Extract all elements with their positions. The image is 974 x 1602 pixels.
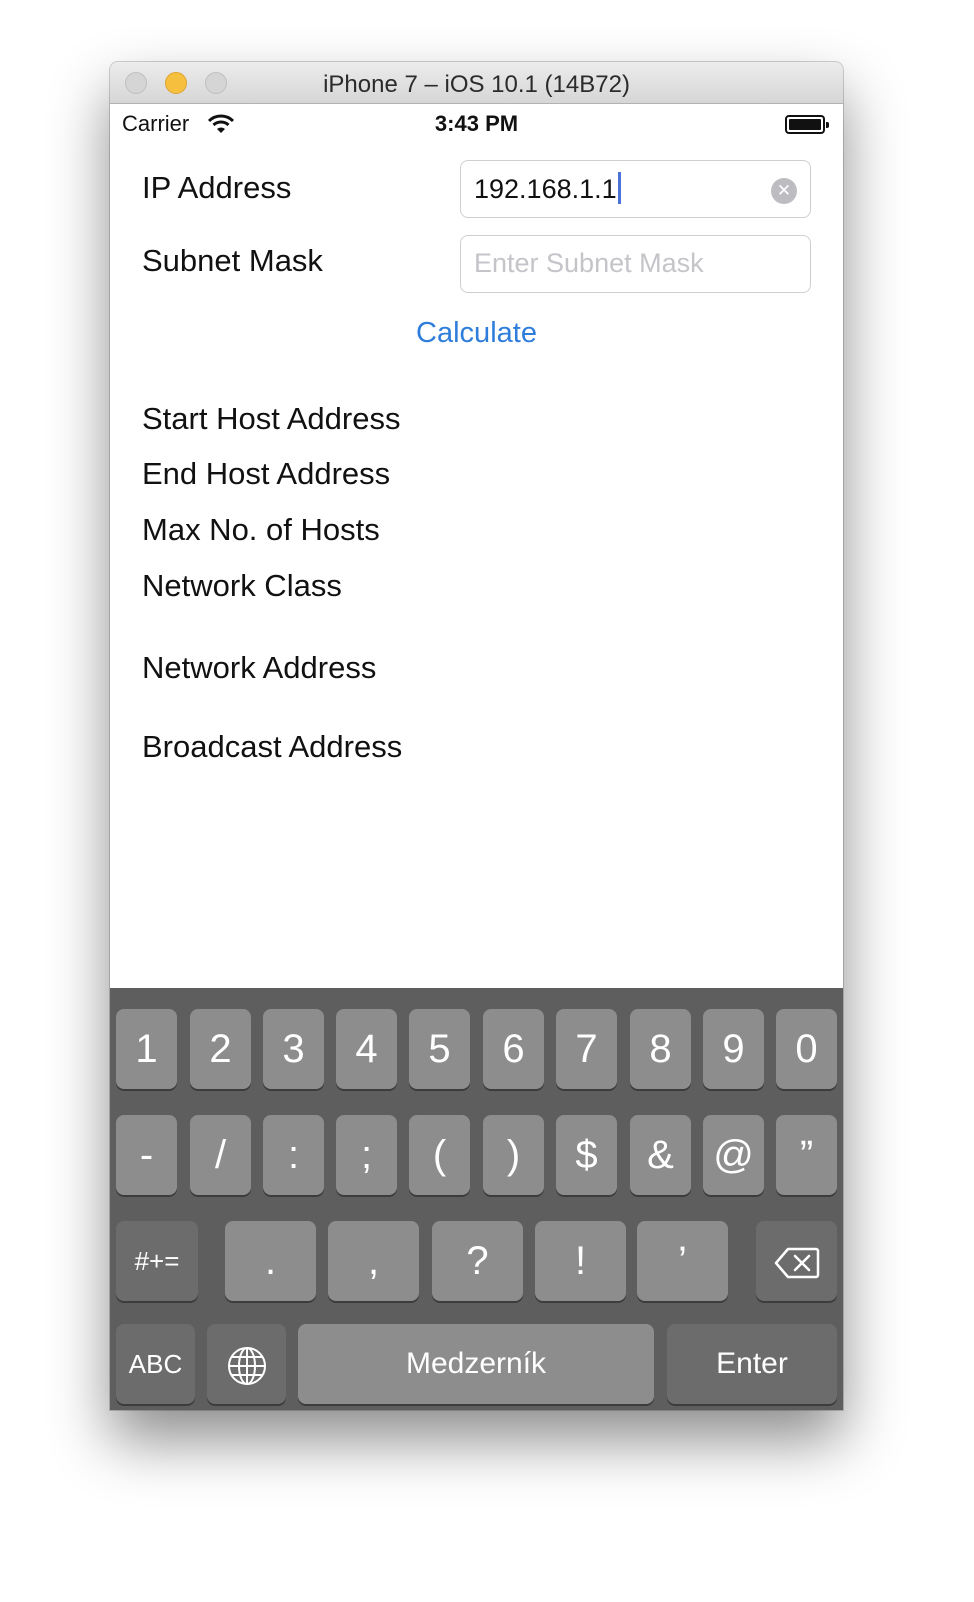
key-dollar[interactable]: $ [556,1115,617,1195]
key-apostrophe[interactable]: ’ [637,1221,728,1301]
window-titlebar: iPhone 7 – iOS 10.1 (14B72) [110,62,843,104]
start-host-address-label: Start Host Address [142,401,401,436]
broadcast-address-label: Broadcast Address [142,729,403,764]
key-4[interactable]: 4 [336,1009,397,1089]
delete-backward-icon [774,1239,820,1283]
key-2[interactable]: 2 [190,1009,251,1089]
key-abc[interactable]: ABC [116,1324,195,1404]
key-semicolon[interactable]: ; [336,1115,397,1195]
key-question[interactable]: ? [432,1221,523,1301]
end-host-address-label: End Host Address [142,456,391,491]
network-class-label: Network Class [142,568,342,603]
key-8[interactable]: 8 [630,1009,691,1089]
key-period[interactable]: . [225,1221,316,1301]
device-screen: Carrier 3:43 PM IP Address 192.168.1.1 ✕… [110,104,843,1410]
key-slash[interactable]: / [190,1115,251,1195]
key-0[interactable]: 0 [776,1009,837,1089]
subnet-mask-label: Subnet Mask [142,243,323,278]
ip-address-field[interactable]: 192.168.1.1 ✕ [460,160,811,218]
key-at[interactable]: @ [703,1115,764,1195]
max-hosts-label: Max No. of Hosts [142,512,380,547]
battery-icon [785,115,829,134]
ip-address-value: 192.168.1.1 [474,174,617,204]
enter-key[interactable]: Enter [667,1324,837,1404]
key-7[interactable]: 7 [556,1009,617,1089]
key-open-paren[interactable]: ( [409,1115,470,1195]
calculate-button[interactable]: Calculate [110,317,843,350]
keyboard: 1 2 3 4 5 6 7 8 9 0 - / : ; ( ) $ & @ ” … [110,988,843,1410]
key-more-symbols[interactable]: #+= [116,1221,198,1301]
network-address-label: Network Address [142,650,377,685]
clear-text-icon[interactable]: ✕ [771,178,797,204]
key-quote[interactable]: ” [776,1115,837,1195]
key-colon[interactable]: : [263,1115,324,1195]
key-1[interactable]: 1 [116,1009,177,1089]
subnet-mask-field[interactable]: Enter Subnet Mask [460,235,811,293]
backspace-key[interactable] [756,1221,837,1301]
subnet-mask-placeholder: Enter Subnet Mask [474,248,704,278]
window-title: iPhone 7 – iOS 10.1 (14B72) [323,71,630,98]
space-key[interactable]: Medzerník [298,1324,654,1404]
key-5[interactable]: 5 [409,1009,470,1089]
key-ampersand[interactable]: & [630,1115,691,1195]
key-close-paren[interactable]: ) [483,1115,544,1195]
key-comma[interactable]: , [328,1221,419,1301]
key-3[interactable]: 3 [263,1009,324,1089]
key-exclamation[interactable]: ! [535,1221,626,1301]
key-dash[interactable]: - [116,1115,177,1195]
globe-icon [227,1342,267,1386]
status-time: 3:43 PM [434,111,519,136]
ip-address-label: IP Address [142,170,292,205]
simulator-window: iPhone 7 – iOS 10.1 (14B72) Carrier 3:43… [110,62,843,1410]
status-bar: Carrier 3:43 PM [110,104,843,146]
key-9[interactable]: 9 [703,1009,764,1089]
key-6[interactable]: 6 [483,1009,544,1089]
globe-key[interactable] [207,1324,286,1404]
text-caret [617,172,621,204]
